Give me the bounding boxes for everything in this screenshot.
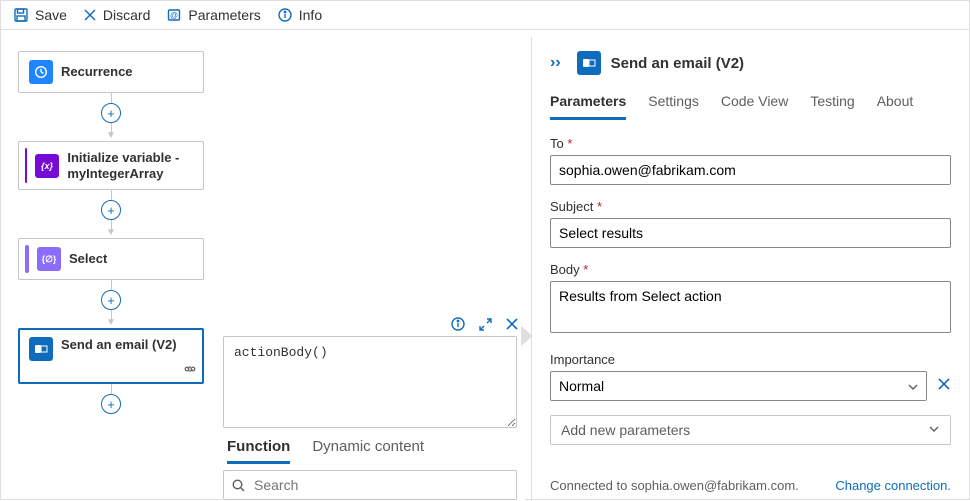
designer-canvas: Recurrence + ▼ {x} Initialize variable - … <box>1 37 529 501</box>
clear-importance-button[interactable] <box>937 377 951 396</box>
arrow-icon: ▼ <box>106 130 116 141</box>
tab-code-view[interactable]: Code View <box>721 93 788 120</box>
chevron-down-icon <box>928 422 940 438</box>
importance-select[interactable]: Normal <box>550 371 927 401</box>
body-label: Body <box>550 262 951 277</box>
close-icon <box>505 317 519 331</box>
tab-parameters[interactable]: Parameters <box>550 93 626 120</box>
tab-testing[interactable]: Testing <box>810 93 854 120</box>
info-button[interactable] <box>450 316 466 332</box>
subject-field[interactable] <box>550 218 951 248</box>
parameters-label: Parameters <box>188 7 260 23</box>
arrow-icon: ▼ <box>106 317 116 328</box>
outlook-icon <box>577 51 601 75</box>
add-step-button[interactable]: + <box>101 200 121 220</box>
outlook-icon <box>29 337 53 361</box>
collapse-button[interactable]: ›› <box>550 54 561 72</box>
tab-function[interactable]: Function <box>227 438 290 464</box>
save-button[interactable]: Save <box>13 7 67 23</box>
info-icon <box>450 316 466 332</box>
step-recurrence[interactable]: Recurrence <box>18 51 204 93</box>
step-select[interactable]: {∅} Select <box>18 238 204 280</box>
svg-text:{x}: {x} <box>41 161 54 171</box>
parameters-button[interactable]: @ Parameters <box>166 7 260 23</box>
accent-bar <box>25 245 29 273</box>
step-send-email[interactable]: Send an email (V2) <box>18 328 204 384</box>
action-details-panel: ›› Send an email (V2) Parameters Setting… <box>531 37 969 501</box>
tab-about[interactable]: About <box>877 93 914 120</box>
data-operations-icon: {∅} <box>37 247 61 271</box>
discard-label: Discard <box>103 7 150 23</box>
variable-icon: {x} <box>35 154 59 178</box>
step-label: Select <box>69 251 107 267</box>
step-label: Initialize variable - myIntegerArray <box>67 150 193 181</box>
body-field[interactable] <box>550 281 951 333</box>
add-step-button[interactable]: + <box>101 290 121 310</box>
accent-bar <box>25 148 27 183</box>
close-icon <box>937 377 951 391</box>
info-button[interactable]: Info <box>277 7 322 23</box>
info-label: Info <box>299 7 322 23</box>
add-step-button[interactable]: + <box>101 394 121 414</box>
save-label: Save <box>35 7 67 23</box>
add-parameters-label: Add new parameters <box>561 422 690 438</box>
svg-text:{∅}: {∅} <box>42 254 56 264</box>
importance-label: Importance <box>550 352 951 367</box>
save-icon <box>13 7 29 23</box>
tab-settings[interactable]: Settings <box>648 93 699 120</box>
to-field[interactable] <box>550 155 951 185</box>
expression-panel: actionBody() Function Dynamic content <box>223 312 525 500</box>
subject-label: Subject <box>550 199 951 214</box>
search-input[interactable] <box>223 470 517 500</box>
step-initialize-variable[interactable]: {x} Initialize variable - myIntegerArray <box>18 141 204 190</box>
parameters-icon: @ <box>166 7 182 23</box>
to-label: To <box>550 136 951 151</box>
discard-button[interactable]: Discard <box>83 7 150 23</box>
arrow-icon: ▼ <box>106 227 116 238</box>
step-label: Recurrence <box>61 64 133 80</box>
connection-status: Connected to sophia.owen@fabrikam.com. <box>550 478 799 493</box>
expand-icon <box>478 317 493 332</box>
change-connection-link[interactable]: Change connection. <box>835 478 951 493</box>
panel-title: Send an email (V2) <box>611 55 744 72</box>
svg-text:@: @ <box>170 11 178 20</box>
toolbar: Save Discard @ Parameters Info <box>1 1 969 30</box>
expand-button[interactable] <box>478 317 493 332</box>
info-icon <box>277 7 293 23</box>
link-icon <box>184 363 196 379</box>
expression-editor[interactable]: actionBody() <box>223 336 517 428</box>
add-step-button[interactable]: + <box>101 103 121 123</box>
search-icon <box>231 478 246 493</box>
step-label: Send an email (V2) <box>61 337 177 353</box>
recurrence-icon <box>29 60 53 84</box>
add-parameters-dropdown[interactable]: Add new parameters <box>550 415 951 445</box>
close-icon <box>83 8 97 22</box>
tab-dynamic-content[interactable]: Dynamic content <box>312 438 424 464</box>
close-button[interactable] <box>505 317 519 331</box>
